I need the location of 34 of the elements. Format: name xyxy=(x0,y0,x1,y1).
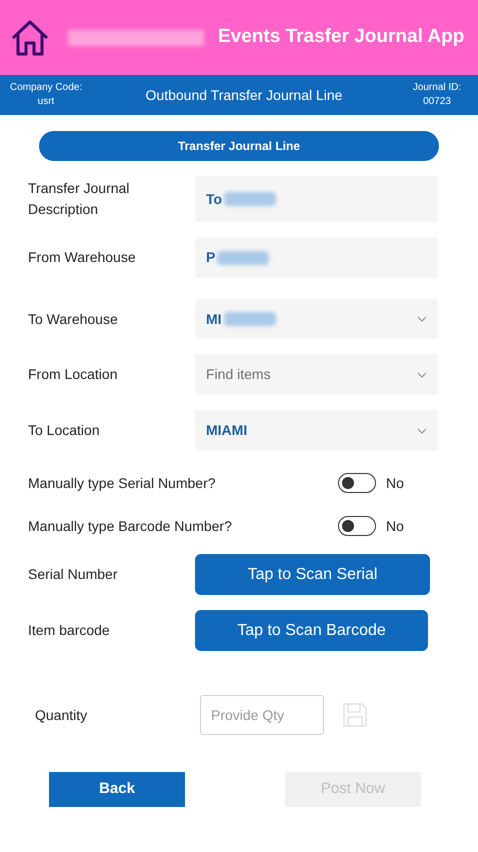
field-label: To Location xyxy=(28,421,101,440)
chevron-down-icon xyxy=(417,316,427,322)
section-button[interactable]: Transfer Journal Line xyxy=(39,131,439,161)
page-title: Outbound Transfer Journal Line xyxy=(146,86,342,104)
scan-button[interactable]: Tap to Scan Serial xyxy=(195,554,430,595)
scan-button[interactable]: Tap to Scan Barcode xyxy=(195,610,428,651)
company-code: usrt xyxy=(38,95,54,109)
field-label: Transfer Journal Description xyxy=(28,179,130,219)
dropdown-field[interactable]: Find items xyxy=(195,354,438,395)
input-field[interactable]: To xyxy=(195,176,438,222)
journal-id: 00723 xyxy=(423,95,451,109)
toggle-state: No xyxy=(386,516,404,536)
chevron-down-icon xyxy=(417,372,427,378)
company-code-label: Company Code: xyxy=(10,81,82,95)
field-label: From Warehouse xyxy=(28,248,137,267)
field-label: Quantity xyxy=(35,706,88,725)
home-icon[interactable] xyxy=(10,18,50,56)
app-title: Events Trasfer Journal App xyxy=(218,25,464,50)
field-label: Serial Number xyxy=(28,565,118,584)
toggle-state: No xyxy=(386,474,404,492)
field-label: From Location xyxy=(28,365,118,384)
toggle-switch[interactable] xyxy=(338,516,376,536)
field-label: To Warehouse xyxy=(28,310,119,328)
dropdown-field[interactable]: MI xyxy=(195,299,438,339)
toggle-label: Manually type Barcode Number? xyxy=(28,516,233,536)
input-field[interactable]: Provide Qty xyxy=(200,695,324,735)
toggle-label: Manually type Serial Number? xyxy=(28,474,217,493)
dropdown-field[interactable]: MIAMI xyxy=(195,410,438,451)
toggle-switch[interactable] xyxy=(338,473,376,493)
input-field[interactable]: P xyxy=(195,237,438,278)
chevron-down-icon xyxy=(417,428,427,434)
journal-id-label: Journal ID: xyxy=(412,81,462,95)
field-label: Item barcode xyxy=(28,621,111,640)
action-button[interactable]: Back xyxy=(49,772,185,807)
